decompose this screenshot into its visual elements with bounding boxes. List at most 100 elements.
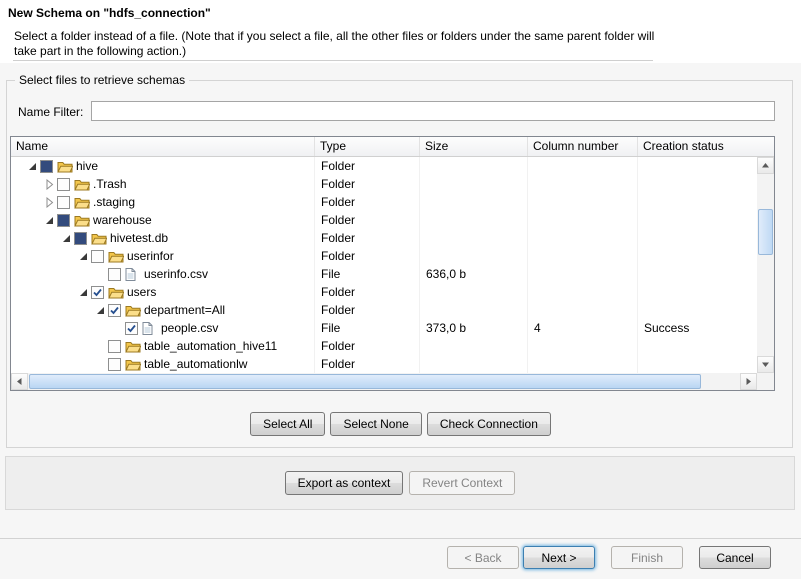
cell-column-number (528, 301, 638, 319)
tree-name-cell: userinfor (11, 247, 315, 265)
cell-type: File (315, 265, 420, 283)
tree-item-checkbox[interactable] (74, 232, 87, 245)
cell-type: Folder (315, 229, 420, 247)
export-as-context-button[interactable]: Export as context (285, 471, 404, 495)
scroll-right-icon[interactable] (740, 373, 757, 390)
cell-creation-status (638, 175, 757, 193)
vertical-scrollbar[interactable] (757, 157, 774, 373)
name-filter-input[interactable] (91, 101, 775, 121)
cell-size (420, 337, 528, 355)
expand-arrow-icon[interactable] (42, 196, 57, 209)
cell-column-number (528, 211, 638, 229)
column-header-name[interactable]: Name (11, 137, 315, 156)
tree-row[interactable]: .TrashFolder (11, 175, 757, 193)
tree-name-cell: warehouse (11, 211, 315, 229)
finish-button: Finish (611, 546, 683, 569)
folder-icon (74, 178, 92, 191)
tree-row[interactable]: userinfo.csv File636,0 b (11, 265, 757, 283)
collapse-arrow-icon[interactable] (76, 250, 91, 263)
column-header-column-number[interactable]: Column number (528, 137, 638, 156)
scrollbar-corner (757, 373, 774, 390)
check-connection-button[interactable]: Check Connection (427, 412, 551, 436)
tree-item-label: department=All (143, 301, 225, 319)
cell-creation-status (638, 229, 757, 247)
tree-row[interactable]: hiveFolder (11, 157, 757, 175)
cell-type: Folder (315, 193, 420, 211)
tree-indent (11, 310, 93, 311)
expander-spacer (93, 358, 108, 371)
tree-indent (11, 184, 42, 185)
cell-creation-status (638, 355, 757, 373)
tree-row[interactable]: usersFolder (11, 283, 757, 301)
collapse-arrow-icon[interactable] (42, 214, 57, 227)
cell-type: Folder (315, 337, 420, 355)
tree-item-checkbox[interactable] (108, 304, 121, 317)
tree-item-label: .staging (92, 193, 135, 211)
cell-size: 373,0 b (420, 319, 528, 337)
cell-type: Folder (315, 211, 420, 229)
tree-item-label: userinfo.csv (143, 265, 208, 283)
collapse-arrow-icon[interactable] (25, 160, 40, 173)
expand-arrow-icon[interactable] (42, 178, 57, 191)
horizontal-scrollbar[interactable] (11, 373, 757, 390)
back-button: < Back (447, 546, 519, 569)
cell-creation-status (638, 337, 757, 355)
column-header-type[interactable]: Type (315, 137, 420, 156)
scroll-left-icon[interactable] (11, 373, 28, 390)
tree-indent (11, 256, 76, 257)
scroll-down-icon[interactable] (757, 356, 774, 373)
cell-type: Folder (315, 301, 420, 319)
table-header: Name Type Size Column number Creation st… (11, 137, 774, 157)
tree-row[interactable]: .staging Folder (11, 193, 757, 211)
tree-item-checkbox[interactable] (125, 322, 138, 335)
tree-item-checkbox[interactable] (108, 340, 121, 353)
select-all-button[interactable]: Select All (250, 412, 325, 436)
tree-name-cell: department=All (11, 301, 315, 319)
tree-name-cell: .Trash (11, 175, 315, 193)
tree-row[interactable]: department=All Folder (11, 301, 757, 319)
cell-creation-status (638, 157, 757, 175)
vertical-scroll-thumb[interactable] (758, 209, 773, 255)
column-header-size[interactable]: Size (420, 137, 528, 156)
horizontal-scroll-thumb[interactable] (29, 374, 701, 389)
tree-row[interactable]: table_automation_hive11 Folder (11, 337, 757, 355)
file-icon (125, 268, 143, 281)
cell-size: 636,0 b (420, 265, 528, 283)
tree-item-checkbox[interactable] (108, 268, 121, 281)
tree-item-checkbox[interactable] (40, 160, 53, 173)
collapse-arrow-icon[interactable] (93, 304, 108, 317)
tree-item-checkbox[interactable] (57, 214, 70, 227)
folder-icon (57, 160, 75, 173)
column-header-creation-status[interactable]: Creation status (638, 137, 774, 156)
tree-row[interactable]: warehouseFolder (11, 211, 757, 229)
tree-item-checkbox[interactable] (57, 178, 70, 191)
folder-icon (74, 214, 92, 227)
cell-column-number (528, 265, 638, 283)
tree-row[interactable]: people.csvFile373,0 b4Success (11, 319, 757, 337)
tree-item-checkbox[interactable] (91, 250, 104, 263)
tree-name-cell: people.csv (11, 319, 315, 337)
cell-column-number: 4 (528, 319, 638, 337)
tree-row[interactable]: table_automationlwFolder (11, 355, 757, 373)
context-panel: Export as context Revert Context (5, 456, 795, 510)
cell-size (420, 229, 528, 247)
collapse-arrow-icon[interactable] (76, 286, 91, 299)
tree-row[interactable]: hivetest.dbFolder (11, 229, 757, 247)
cancel-button[interactable]: Cancel (699, 546, 771, 569)
tree-item-checkbox[interactable] (91, 286, 104, 299)
scroll-up-icon[interactable] (757, 157, 774, 174)
page-title: New Schema on "hdfs_connection" (8, 6, 211, 20)
tree-indent (11, 166, 25, 167)
cell-type: Folder (315, 247, 420, 265)
tree-item-checkbox[interactable] (57, 196, 70, 209)
cell-type: File (315, 319, 420, 337)
cell-column-number (528, 355, 638, 373)
tree-item-checkbox[interactable] (108, 358, 121, 371)
selection-button-row: Select All Select None Check Connection (0, 412, 801, 436)
cell-creation-status (638, 265, 757, 283)
tree-item-label: table_automation_hive11 (143, 337, 277, 355)
next-button[interactable]: Next > (523, 546, 595, 569)
collapse-arrow-icon[interactable] (59, 232, 74, 245)
tree-row[interactable]: userinforFolder (11, 247, 757, 265)
select-none-button[interactable]: Select None (330, 412, 421, 436)
